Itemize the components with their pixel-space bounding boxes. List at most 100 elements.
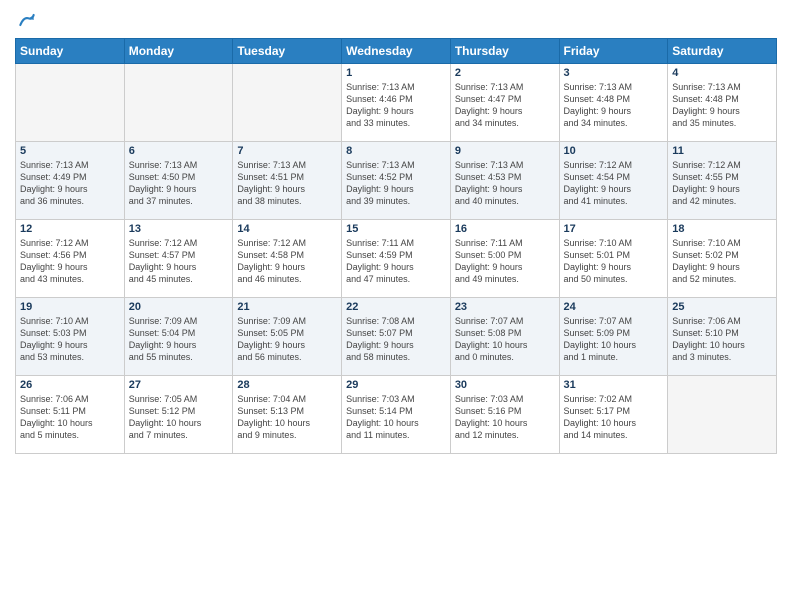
header [15,10,777,30]
calendar-cell: 30 Sunrise: 7:03 AM Sunset: 5:16 PM Dayli… [450,376,559,454]
week-row-3: 12 Sunrise: 7:12 AM Sunset: 4:56 PM Dayli… [16,220,777,298]
calendar-cell: 21 Sunrise: 7:09 AM Sunset: 5:05 PM Dayli… [233,298,342,376]
day-info: Sunrise: 7:12 AM Sunset: 4:54 PM Dayligh… [564,159,664,208]
calendar-cell [16,64,125,142]
day-number: 8 [346,145,446,157]
day-info: Sunrise: 7:10 AM Sunset: 5:01 PM Dayligh… [564,237,664,286]
day-number: 30 [455,379,555,391]
day-info: Sunrise: 7:12 AM Sunset: 4:57 PM Dayligh… [129,237,229,286]
day-number: 19 [20,301,120,313]
day-number: 28 [237,379,337,391]
day-info: Sunrise: 7:05 AM Sunset: 5:12 PM Dayligh… [129,393,229,442]
calendar-cell: 5 Sunrise: 7:13 AM Sunset: 4:49 PM Daylig… [16,142,125,220]
day-number: 26 [20,379,120,391]
day-number: 18 [672,223,772,235]
week-row-2: 5 Sunrise: 7:13 AM Sunset: 4:49 PM Daylig… [16,142,777,220]
day-number: 4 [672,67,772,79]
day-info: Sunrise: 7:11 AM Sunset: 4:59 PM Dayligh… [346,237,446,286]
day-number: 22 [346,301,446,313]
day-number: 27 [129,379,229,391]
day-number: 12 [20,223,120,235]
calendar-cell: 16 Sunrise: 7:11 AM Sunset: 5:00 PM Dayli… [450,220,559,298]
calendar-cell [668,376,777,454]
day-info: Sunrise: 7:13 AM Sunset: 4:49 PM Dayligh… [20,159,120,208]
calendar-cell: 15 Sunrise: 7:11 AM Sunset: 4:59 PM Dayli… [342,220,451,298]
day-number: 6 [129,145,229,157]
day-info: Sunrise: 7:12 AM Sunset: 4:55 PM Dayligh… [672,159,772,208]
day-number: 5 [20,145,120,157]
day-info: Sunrise: 7:13 AM Sunset: 4:47 PM Dayligh… [455,81,555,130]
calendar-cell: 29 Sunrise: 7:03 AM Sunset: 5:14 PM Dayli… [342,376,451,454]
calendar-cell: 20 Sunrise: 7:09 AM Sunset: 5:04 PM Dayli… [124,298,233,376]
day-number: 10 [564,145,664,157]
calendar-cell: 19Sunrise: 7:10 AM Sunset: 5:03 PM Dayli… [16,298,125,376]
logo-icon [17,10,37,30]
day-info: Sunrise: 7:13 AM Sunset: 4:46 PM Dayligh… [346,81,446,130]
day-info: Sunrise: 7:13 AM Sunset: 4:48 PM Dayligh… [564,81,664,130]
day-info: Sunrise: 7:11 AM Sunset: 5:00 PM Dayligh… [455,237,555,286]
calendar-cell: 10 Sunrise: 7:12 AM Sunset: 4:54 PM Dayli… [559,142,668,220]
calendar-cell: 23Sunrise: 7:07 AM Sunset: 5:08 PM Dayli… [450,298,559,376]
day-number: 16 [455,223,555,235]
calendar-cell: 28 Sunrise: 7:04 AM Sunset: 5:13 PM Dayli… [233,376,342,454]
calendar-cell: 27 Sunrise: 7:05 AM Sunset: 5:12 PM Dayli… [124,376,233,454]
day-info: Sunrise: 7:06 AM Sunset: 5:10 PM Dayligh… [672,315,772,364]
day-info: Sunrise: 7:07 AM Sunset: 5:09 PM Dayligh… [564,315,664,364]
weekday-header-monday: Monday [124,39,233,64]
week-row-1: 1 Sunrise: 7:13 AM Sunset: 4:46 PM Daylig… [16,64,777,142]
day-number: 24 [564,301,664,313]
page: SundayMondayTuesdayWednesdayThursdayFrid… [0,0,792,612]
day-info: Sunrise: 7:06 AM Sunset: 5:11 PM Dayligh… [20,393,120,442]
day-info: Sunrise: 7:02 AM Sunset: 5:17 PM Dayligh… [564,393,664,442]
day-number: 20 [129,301,229,313]
day-info: Sunrise: 7:13 AM Sunset: 4:52 PM Dayligh… [346,159,446,208]
day-number: 1 [346,67,446,79]
calendar-cell: 6Sunrise: 7:13 AM Sunset: 4:50 PM Daylig… [124,142,233,220]
calendar-cell: 2Sunrise: 7:13 AM Sunset: 4:47 PM Daylig… [450,64,559,142]
day-number: 31 [564,379,664,391]
day-number: 21 [237,301,337,313]
weekday-header-tuesday: Tuesday [233,39,342,64]
day-number: 15 [346,223,446,235]
calendar-cell: 17 Sunrise: 7:10 AM Sunset: 5:01 PM Dayli… [559,220,668,298]
day-number: 23 [455,301,555,313]
calendar-cell [124,64,233,142]
day-info: Sunrise: 7:12 AM Sunset: 4:56 PM Dayligh… [20,237,120,286]
weekday-header-row: SundayMondayTuesdayWednesdayThursdayFrid… [16,39,777,64]
weekday-header-thursday: Thursday [450,39,559,64]
calendar-cell: 14 Sunrise: 7:12 AM Sunset: 4:58 PM Dayli… [233,220,342,298]
day-number: 17 [564,223,664,235]
day-number: 11 [672,145,772,157]
calendar-cell: 22 Sunrise: 7:08 AM Sunset: 5:07 PM Dayli… [342,298,451,376]
calendar-cell: 18 Sunrise: 7:10 AM Sunset: 5:02 PM Dayli… [668,220,777,298]
day-number: 7 [237,145,337,157]
day-info: Sunrise: 7:13 AM Sunset: 4:48 PM Dayligh… [672,81,772,130]
day-info: Sunrise: 7:09 AM Sunset: 5:04 PM Dayligh… [129,315,229,364]
day-info: Sunrise: 7:13 AM Sunset: 4:53 PM Dayligh… [455,159,555,208]
day-info: Sunrise: 7:08 AM Sunset: 5:07 PM Dayligh… [346,315,446,364]
day-info: Sunrise: 7:03 AM Sunset: 5:14 PM Dayligh… [346,393,446,442]
weekday-header-sunday: Sunday [16,39,125,64]
calendar-cell: 1 Sunrise: 7:13 AM Sunset: 4:46 PM Daylig… [342,64,451,142]
day-info: Sunrise: 7:03 AM Sunset: 5:16 PM Dayligh… [455,393,555,442]
calendar-cell: 7 Sunrise: 7:13 AM Sunset: 4:51 PM Daylig… [233,142,342,220]
calendar-cell: 25 Sunrise: 7:06 AM Sunset: 5:10 PM Dayli… [668,298,777,376]
calendar-cell: 4 Sunrise: 7:13 AM Sunset: 4:48 PM Daylig… [668,64,777,142]
calendar-cell: 12 Sunrise: 7:12 AM Sunset: 4:56 PM Dayli… [16,220,125,298]
day-number: 29 [346,379,446,391]
day-info: Sunrise: 7:10 AM Sunset: 5:02 PM Dayligh… [672,237,772,286]
weekday-header-wednesday: Wednesday [342,39,451,64]
day-info: Sunrise: 7:09 AM Sunset: 5:05 PM Dayligh… [237,315,337,364]
calendar-cell [233,64,342,142]
day-info: Sunrise: 7:13 AM Sunset: 4:51 PM Dayligh… [237,159,337,208]
day-info: Sunrise: 7:04 AM Sunset: 5:13 PM Dayligh… [237,393,337,442]
calendar-cell: 24 Sunrise: 7:07 AM Sunset: 5:09 PM Dayli… [559,298,668,376]
calendar-cell: 13Sunrise: 7:12 AM Sunset: 4:57 PM Dayli… [124,220,233,298]
day-number: 3 [564,67,664,79]
weekday-header-friday: Friday [559,39,668,64]
day-number: 14 [237,223,337,235]
calendar-cell: 9Sunrise: 7:13 AM Sunset: 4:53 PM Daylig… [450,142,559,220]
day-info: Sunrise: 7:12 AM Sunset: 4:58 PM Dayligh… [237,237,337,286]
logo [15,10,37,30]
day-number: 25 [672,301,772,313]
